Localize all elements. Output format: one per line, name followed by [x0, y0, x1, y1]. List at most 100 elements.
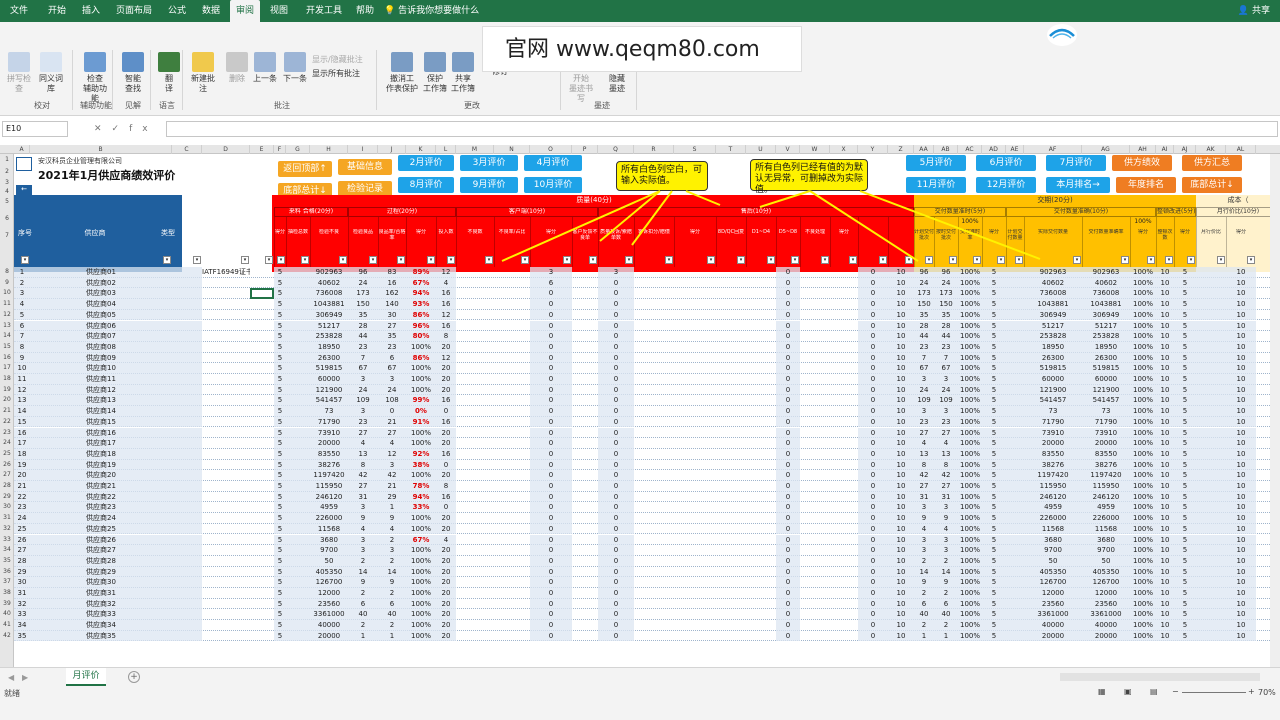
data-cell[interactable]: 0: [530, 525, 572, 534]
data-cell[interactable]: 0: [776, 364, 800, 373]
data-cell-f[interactable]: 5: [274, 268, 286, 277]
data-cell[interactable]: 100%: [1130, 279, 1156, 288]
data-cell[interactable]: 0: [598, 386, 634, 395]
data-cell-f[interactable]: 5: [274, 600, 286, 609]
data-cell[interactable]: 33%: [406, 503, 436, 512]
zoom-out-icon[interactable]: −: [1172, 687, 1179, 696]
data-cell[interactable]: 5: [1174, 503, 1196, 512]
filter-dropdown-icon[interactable]: ▾: [521, 256, 529, 264]
data-cell[interactable]: 0: [776, 621, 800, 630]
data-cell[interactable]: 0: [776, 279, 800, 288]
data-cell[interactable]: 0: [436, 503, 456, 512]
data-cell[interactable]: 100%: [406, 632, 436, 641]
data-cell[interactable]: 100%: [406, 386, 436, 395]
data-cell[interactable]: 10: [1226, 407, 1256, 416]
col-header-Z[interactable]: Z: [888, 145, 914, 154]
data-cell[interactable]: 10: [1226, 610, 1256, 619]
data-cell[interactable]: 40: [348, 610, 378, 619]
data-cell[interactable]: 8: [914, 461, 934, 470]
data-cell[interactable]: 115950: [1082, 482, 1130, 491]
data-cell[interactable]: 10: [888, 589, 914, 598]
data-cell[interactable]: 0: [776, 322, 800, 331]
month-button-5[interactable]: 10月评价: [524, 177, 582, 193]
data-cell[interactable]: 73: [1082, 407, 1130, 416]
row-header[interactable]: 39: [0, 599, 14, 610]
data-cell[interactable]: 20: [436, 386, 456, 395]
data-cell[interactable]: 16: [378, 279, 406, 288]
data-cell[interactable]: 100%: [1130, 557, 1156, 566]
data-cell[interactable]: 5: [982, 343, 1006, 352]
filter-dropdown-icon[interactable]: ▾: [665, 256, 673, 264]
data-cell[interactable]: 0: [776, 268, 800, 277]
data-cell[interactable]: 83550: [1024, 450, 1082, 459]
filter-dropdown-icon[interactable]: ▾: [589, 256, 597, 264]
share-button[interactable]: 👤 共享: [1238, 0, 1270, 22]
data-cell[interactable]: 5: [982, 429, 1006, 438]
fx-icon[interactable]: fx: [129, 124, 158, 134]
data-cell[interactable]: 0: [530, 568, 572, 577]
data-cell[interactable]: 0: [776, 289, 800, 298]
data-cell[interactable]: 38%: [406, 461, 436, 470]
data-cell[interactable]: 12: [378, 450, 406, 459]
data-cell[interactable]: 5: [982, 578, 1006, 587]
data-cell[interactable]: 31: [914, 493, 934, 502]
data-cell[interactable]: 32: [14, 600, 30, 609]
data-cell[interactable]: 100%: [958, 418, 982, 427]
data-cell[interactable]: 5: [982, 503, 1006, 512]
data-cell[interactable]: 5: [982, 396, 1006, 405]
data-cell[interactable]: 10: [1226, 557, 1256, 566]
data-cell[interactable]: 5: [982, 461, 1006, 470]
data-cell[interactable]: 0: [598, 300, 634, 309]
row-header[interactable]: 11: [0, 299, 14, 310]
data-cell[interactable]: 10: [1156, 364, 1174, 373]
data-cell[interactable]: 40000: [1082, 621, 1130, 630]
data-cell[interactable]: 100%: [1130, 471, 1156, 480]
data-cell[interactable]: 50: [1082, 557, 1130, 566]
data-cell[interactable]: 100%: [1130, 343, 1156, 352]
data-cell[interactable]: 902963: [1024, 268, 1082, 277]
filter-dropdown-icon[interactable]: ▾: [791, 256, 799, 264]
data-cell[interactable]: 100%: [1130, 621, 1156, 630]
data-cell[interactable]: 10: [1226, 375, 1256, 384]
data-cell[interactable]: 26300: [1024, 354, 1082, 363]
data-cell[interactable]: 100%: [1130, 407, 1156, 416]
data-cell[interactable]: 20000: [1082, 439, 1130, 448]
data-cell[interactable]: 3: [914, 375, 934, 384]
data-cell[interactable]: 0: [598, 279, 634, 288]
data-cell[interactable]: 67%: [406, 279, 436, 288]
data-cell[interactable]: 173: [914, 289, 934, 298]
data-cell[interactable]: 3: [348, 503, 378, 512]
data-cell[interactable]: 100%: [1130, 503, 1156, 512]
data-cell[interactable]: 2: [348, 621, 378, 630]
next-sheet-icon[interactable]: ▶: [22, 672, 28, 683]
data-cell[interactable]: 9: [914, 578, 934, 587]
data-cell[interactable]: 121900: [1024, 386, 1082, 395]
data-cell[interactable]: 0: [530, 332, 572, 341]
supplier-name[interactable]: 供应商10: [30, 364, 172, 373]
row-header[interactable]: 5: [0, 196, 14, 207]
data-cell[interactable]: 8: [934, 461, 958, 470]
data-cell[interactable]: 28: [934, 322, 958, 331]
data-cell[interactable]: 5: [1174, 375, 1196, 384]
data-cell[interactable]: 115950: [310, 482, 348, 491]
filter-dropdown-icon[interactable]: ▾: [397, 256, 405, 264]
data-cell[interactable]: 86%: [406, 354, 436, 363]
col-header-AH[interactable]: AH: [1130, 145, 1156, 154]
data-cell[interactable]: 5: [982, 557, 1006, 566]
data-cell-f[interactable]: 5: [274, 386, 286, 395]
data-cell[interactable]: 100%: [958, 429, 982, 438]
data-cell[interactable]: 3: [934, 407, 958, 416]
data-cell[interactable]: 5: [982, 386, 1006, 395]
data-cell[interactable]: 2: [348, 589, 378, 598]
data-cell[interactable]: 20: [436, 546, 456, 555]
data-cell[interactable]: 40602: [1024, 279, 1082, 288]
filter-dropdown-icon[interactable]: ▾: [163, 256, 171, 264]
data-cell[interactable]: 10: [1226, 354, 1256, 363]
data-cell[interactable]: 10: [888, 439, 914, 448]
data-cell[interactable]: 0: [776, 589, 800, 598]
row-header[interactable]: 14: [0, 331, 14, 342]
data-cell[interactable]: 30: [14, 578, 30, 587]
row-header[interactable]: 35: [0, 556, 14, 567]
supplier-name[interactable]: 供应商08: [30, 343, 172, 352]
data-cell[interactable]: 10: [888, 525, 914, 534]
